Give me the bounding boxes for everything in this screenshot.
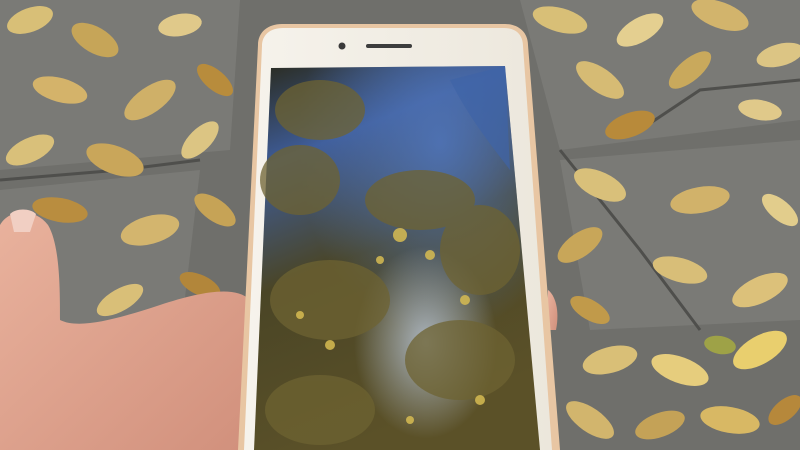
photo-scene — [0, 0, 800, 450]
scene-svg — [0, 0, 800, 450]
phone — [238, 24, 560, 450]
phone-screen — [254, 66, 540, 450]
earpiece-icon — [366, 44, 412, 48]
front-camera-icon — [338, 42, 346, 50]
